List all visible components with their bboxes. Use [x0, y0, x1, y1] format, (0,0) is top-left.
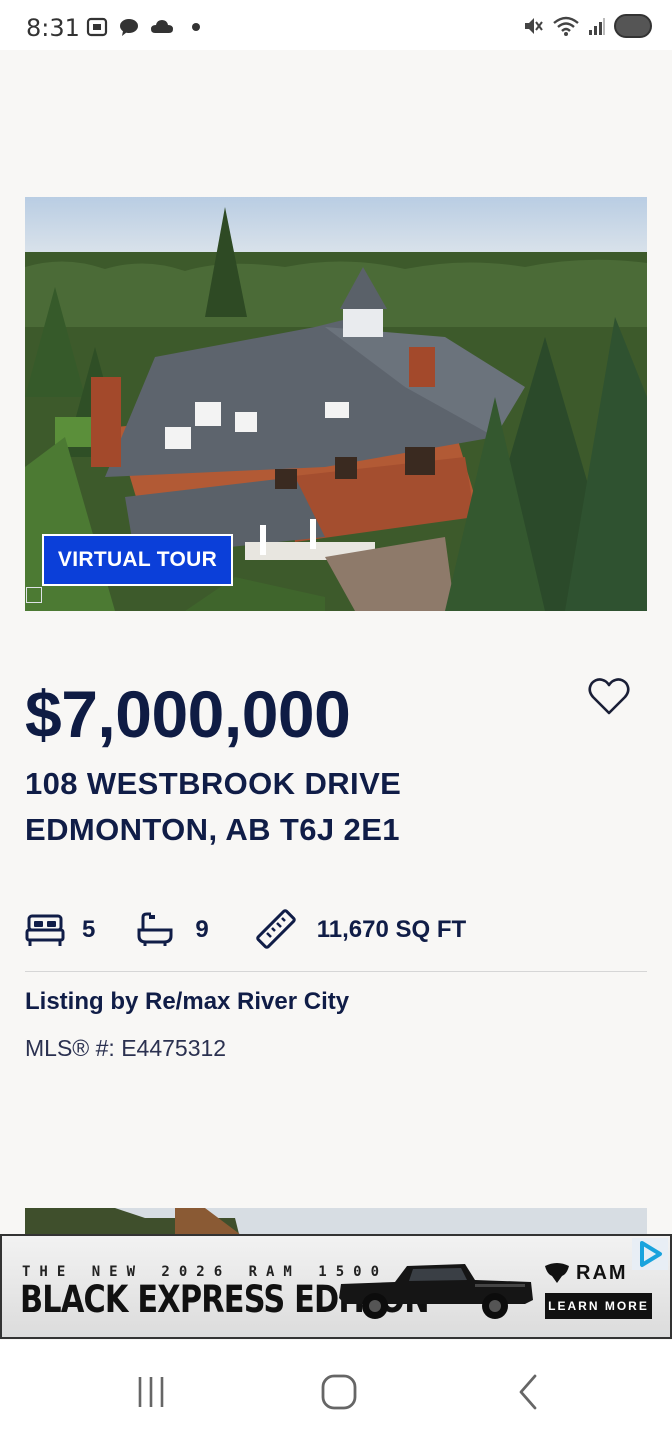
baths-count: 9 — [195, 916, 209, 943]
screenshot-icon — [86, 17, 108, 37]
battery-icon — [614, 14, 652, 38]
ruler-icon — [255, 909, 296, 949]
beds-count: 5 — [82, 916, 96, 943]
adchoices-icon[interactable] — [632, 1238, 668, 1270]
listing-specs: 5 9 11,670 SQ FT — [25, 905, 466, 955]
status-system-icons — [522, 14, 652, 38]
back-icon — [519, 1374, 537, 1410]
beds-spec: 5 — [25, 912, 95, 948]
listing-price: $7,000,000 — [25, 677, 351, 751]
baths-spec: 9 — [137, 912, 209, 948]
wifi-icon — [553, 16, 579, 36]
ram-logo-icon — [545, 1263, 569, 1283]
virtual-tour-button[interactable]: VIRTUAL TOUR — [42, 534, 233, 586]
dot-icon — [192, 23, 200, 31]
status-bar: 8:31 — [0, 0, 672, 50]
status-time: 8:31 — [26, 14, 80, 42]
recent-apps-button[interactable] — [126, 1370, 176, 1414]
mls-number: MLS® #: E4475312 — [25, 1035, 227, 1061]
heart-icon — [588, 678, 630, 715]
area-spec: 11,670 SQ FT — [253, 907, 466, 953]
address-street: 108 WESTBROOK DRIVE — [25, 766, 402, 801]
listing-brokerage: Listing by Re/max River City — [25, 988, 350, 1015]
learn-more-button[interactable]: LEARN MORE — [545, 1293, 652, 1319]
listing-photo[interactable]: VIRTUAL TOUR — [25, 197, 647, 611]
home-icon — [321, 1374, 357, 1410]
area-value: 11,670 SQ FT — [316, 916, 467, 943]
cloud-icon — [151, 20, 173, 33]
signal-icon — [589, 18, 605, 35]
back-button[interactable] — [503, 1370, 553, 1414]
bed-icon — [25, 914, 65, 946]
status-notification-icons — [86, 16, 204, 38]
address-city: EDMONTON, AB T6J 2E1 — [25, 812, 400, 847]
recent-apps-icon — [138, 1377, 164, 1407]
ad-brand: RAM — [576, 1262, 628, 1284]
divider — [25, 971, 647, 972]
favorite-button[interactable] — [585, 672, 633, 720]
system-nav-bar — [0, 1340, 672, 1440]
bathtub-icon — [137, 912, 173, 946]
truck-image — [339, 1264, 533, 1319]
chat-icon — [120, 19, 138, 36]
home-button[interactable] — [314, 1370, 364, 1414]
ad-banner[interactable]: THE NEW 2026 RAM 1500 BLACK EXPRESS EDIT… — [0, 1234, 672, 1339]
realtor-logo-icon — [26, 587, 42, 603]
mute-icon — [525, 18, 543, 34]
